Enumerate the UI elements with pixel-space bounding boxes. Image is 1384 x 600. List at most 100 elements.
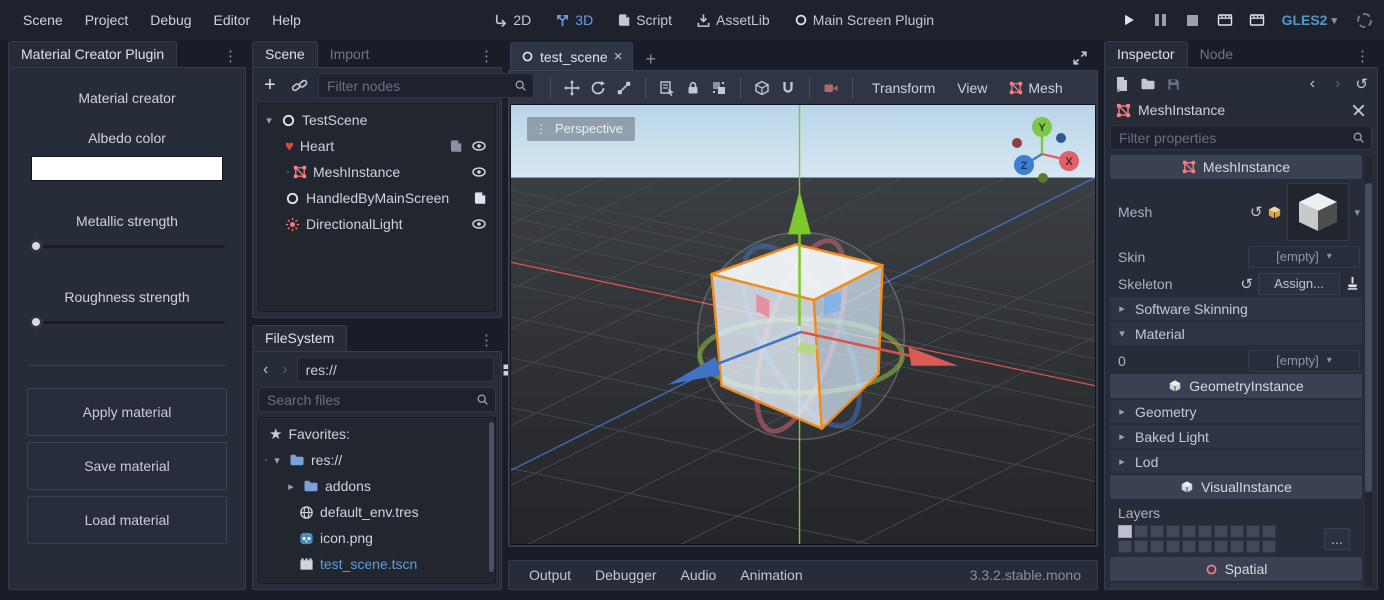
tab-import[interactable]: Import [318,42,382,67]
group-baked-light[interactable]: ▸ Baked Light [1110,425,1362,448]
tree-node-handledbymainscreen[interactable]: HandledByMainScreen [259,185,495,211]
visibility-eye-icon[interactable] [471,216,487,232]
panel-menu-icon[interactable]: ⋮ [471,329,502,351]
mesh-menu[interactable]: Mesh [999,76,1072,100]
renderer-select[interactable]: GLES2 ▾ [1276,12,1343,28]
scale-tool-icon[interactable] [612,76,636,100]
tools-icon[interactable] [1351,103,1366,118]
chevron-down-icon[interactable]: ▾ [1354,206,1360,219]
section-spatial[interactable]: Spatial [1110,557,1362,581]
rotate-tool-icon[interactable] [586,76,610,100]
local-space-icon[interactable] [750,76,774,100]
new-resource-icon[interactable] [1114,76,1130,92]
group-geometry[interactable]: ▸ Geometry [1110,400,1362,423]
debugger-button[interactable]: Debugger [583,563,669,587]
apply-material-button[interactable]: Apply material [27,388,227,436]
history-forward-icon[interactable]: › [1330,75,1345,93]
3d-viewport[interactable]: ⋮ Perspective Y X [510,104,1096,545]
scrollbar[interactable] [489,422,494,572]
workspace-2d-button[interactable]: 2D [485,8,539,32]
collapse-icon[interactable]: ▾ [263,114,275,127]
group-icon[interactable] [707,76,731,100]
revert-icon[interactable]: ↺ [1250,203,1263,221]
group-transform[interactable]: ▸ Transform [1110,583,1362,589]
workspace-3d-button[interactable]: 3D [547,8,601,32]
panel-menu-icon[interactable]: ⋮ [215,45,246,67]
favorites-row[interactable]: ★ Favorites: [259,421,495,447]
menu-debug[interactable]: Debug [139,8,202,32]
play-scene-button[interactable] [1212,8,1238,32]
visibility-eye-icon[interactable] [471,164,487,180]
fs-item-default-env[interactable]: default_env.tres [259,499,495,525]
tab-filesystem[interactable]: FileSystem [252,325,347,351]
menu-help[interactable]: Help [261,8,312,32]
visibility-eye-icon[interactable] [471,138,487,154]
roughness-strength-slider[interactable] [29,315,225,329]
section-geometryinstance[interactable]: GeometryInstance [1110,374,1362,398]
animation-button[interactable]: Animation [728,563,814,587]
group-lod[interactable]: ▸ Lod [1110,450,1362,473]
skeleton-assign-button[interactable]: Assign... [1258,273,1340,295]
path-input[interactable] [298,362,493,378]
audio-button[interactable]: Audio [669,563,729,587]
group-software-skinning[interactable]: ▸ Software Skinning [1110,297,1362,320]
tree-node-directionallight[interactable]: DirectionalLight [259,211,495,237]
menu-editor[interactable]: Editor [203,8,262,32]
orientation-gizmo[interactable]: Y X Z [1003,113,1081,187]
expand-icon[interactable]: ▸ [285,480,297,493]
tree-node-meshinstance[interactable]: MeshInstance [259,159,495,185]
mesh-preview[interactable] [1287,183,1349,241]
tree-node-testscene[interactable]: ▾ TestScene [259,107,495,133]
filter-nodes-input[interactable] [319,78,514,94]
menu-scene[interactable]: Scene [12,8,74,32]
material-value-dropdown[interactable]: [empty] ▾ [1248,350,1360,372]
revert-icon[interactable]: ↺ [1240,275,1253,293]
save-material-button[interactable]: Save material [27,442,227,490]
tab-node[interactable]: Node [1188,42,1245,67]
close-icon[interactable]: × [614,48,623,65]
fs-item-icon-png[interactable]: icon.png [259,525,495,551]
layers-more-button[interactable]: ... [1324,528,1350,550]
filter-properties-input[interactable] [1111,130,1352,146]
script-icon[interactable] [473,191,487,205]
scene-tab-test-scene[interactable]: test_scene × [510,42,633,70]
workspace-script-button[interactable]: Script [609,8,680,32]
metallic-strength-slider[interactable] [29,239,225,253]
distraction-free-icon[interactable] [1062,50,1098,70]
menu-project[interactable]: Project [74,8,140,32]
tab-scene[interactable]: Scene [252,41,318,67]
tab-material-creator-plugin[interactable]: Material Creator Plugin [8,41,177,67]
main-screen-plugin-button[interactable]: Main Screen Plugin [786,8,942,32]
new-scene-tab-button[interactable]: + [633,49,668,70]
scrollbar[interactable] [1365,157,1372,587]
skin-value-dropdown[interactable]: [empty] ▾ [1248,246,1360,268]
tree-node-heart[interactable]: ♥ Heart [259,133,495,159]
section-meshinstance[interactable]: MeshInstance [1110,155,1362,179]
clear-node-path-icon[interactable] [1345,276,1360,291]
group-material[interactable]: ▾ Material [1110,322,1362,345]
camera-preview-icon[interactable] [819,76,843,100]
play-custom-scene-button[interactable] [1244,8,1270,32]
play-button[interactable] [1116,8,1142,32]
perspective-button[interactable]: ⋮ Perspective [527,117,635,141]
transform-menu[interactable]: Transform [862,76,945,100]
workspace-assetlib-button[interactable]: AssetLib [688,8,778,32]
object-history-icon[interactable]: ↺ [1355,75,1368,93]
fs-item-test-scene[interactable]: test_scene.tscn [259,551,495,577]
fs-item-addons[interactable]: ▸ addons [259,473,495,499]
search-files-input[interactable] [259,392,476,408]
snap-icon[interactable] [776,76,800,100]
layers-grid[interactable] [1118,525,1276,553]
panel-menu-icon[interactable]: ⋮ [1347,45,1378,67]
albedo-color-picker[interactable] [31,156,223,181]
view-menu[interactable]: View [947,76,997,100]
move-tool-icon[interactable] [560,76,584,100]
history-back-icon[interactable]: ‹ [1305,75,1320,93]
load-material-button[interactable]: Load material [27,496,227,544]
collapse-icon[interactable]: ▾ [271,454,283,467]
save-icon[interactable] [1166,77,1181,92]
instance-scene-button[interactable] [288,74,312,98]
update-spinner-icon[interactable] [1357,13,1372,28]
history-back-icon[interactable]: ‹ [258,361,273,379]
script-icon[interactable] [449,139,463,153]
